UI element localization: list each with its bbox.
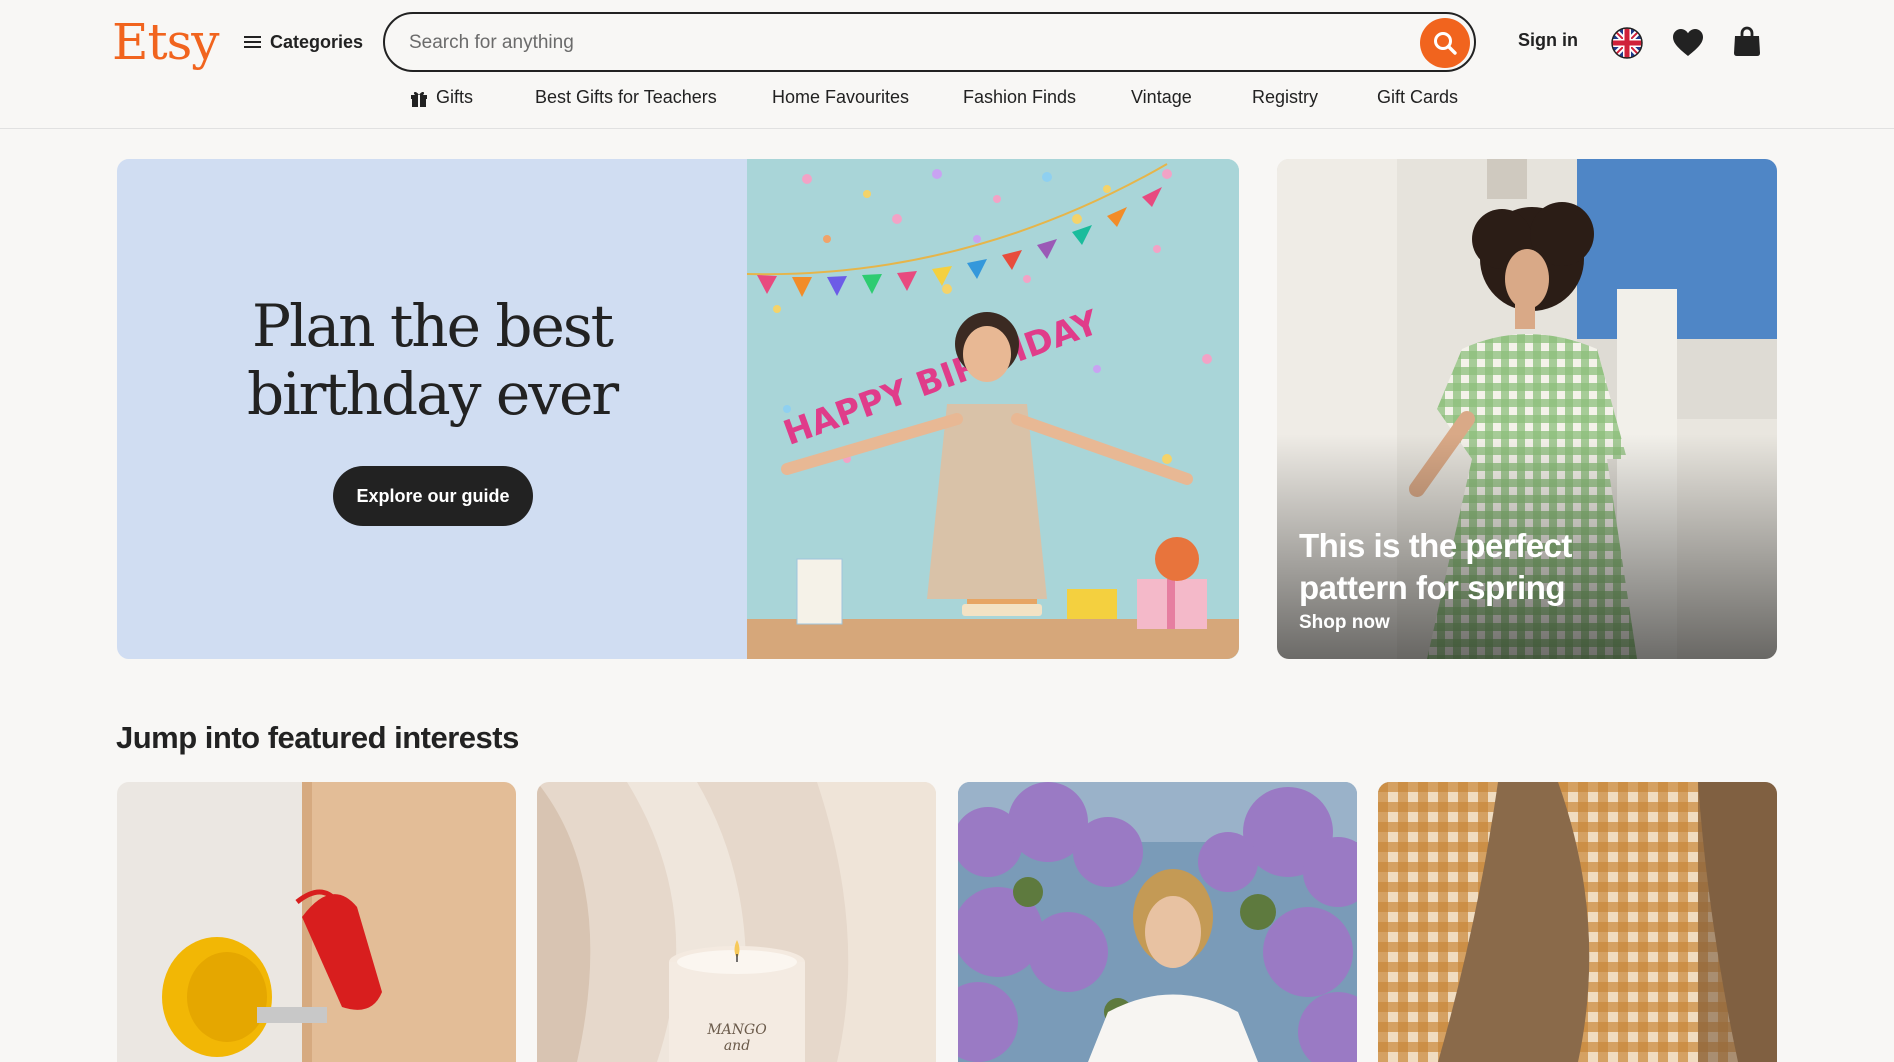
shop-now-link[interactable]: Shop now: [1299, 612, 1390, 634]
birthday-hero-banner[interactable]: Plan the best birthday ever Explore our …: [117, 159, 1239, 659]
hero-title-line2: birthday ever: [246, 360, 619, 428]
featured-card-candle[interactable]: MANGO and: [537, 782, 936, 1062]
featured-card-gingham-curtain[interactable]: [1378, 782, 1777, 1062]
nav-item-fashion-finds[interactable]: Fashion Finds: [963, 87, 1076, 108]
candle-image: [537, 782, 936, 1062]
nav-item-home-favourites[interactable]: Home Favourites: [772, 87, 909, 108]
featured-card-lilac[interactable]: [958, 782, 1357, 1062]
spring-promo-title: This is the perfect pattern for spring: [1299, 527, 1572, 606]
hero-title-line1: Plan the best: [252, 292, 614, 360]
nav-item-gifts[interactable]: Gifts: [410, 87, 473, 108]
desk-lamp-image: [117, 782, 516, 1062]
categories-label: Categories: [270, 31, 364, 52]
search-icon: [1434, 32, 1457, 55]
search-button[interactable]: [1420, 18, 1470, 68]
sign-in-link[interactable]: Sign in: [1518, 30, 1578, 51]
hero-text-panel: Plan the best birthday ever Explore our …: [117, 159, 747, 659]
favorites-heart-icon[interactable]: [1672, 28, 1704, 58]
search-bar: [383, 12, 1476, 72]
nav-item-registry[interactable]: Registry: [1252, 87, 1318, 108]
nav-item-best-gifts-for-teachers[interactable]: Best Gifts for Teachers: [535, 87, 717, 108]
search-input[interactable]: [407, 26, 1387, 60]
featured-card-lamp[interactable]: [117, 782, 516, 1062]
uk-flag-icon[interactable]: [1611, 27, 1643, 59]
candle-label: MANGO and: [707, 1022, 767, 1054]
explore-guide-button[interactable]: Explore our guide: [333, 466, 533, 526]
spring-pattern-promo[interactable]: This is the perfect pattern for spring S…: [1277, 159, 1777, 659]
featured-interests-heading: Jump into featured interests: [116, 720, 519, 755]
etsy-logo[interactable]: Etsy: [112, 8, 219, 76]
nav-item-label: Gifts: [436, 87, 474, 107]
nav-item-vintage[interactable]: Vintage: [1131, 87, 1192, 108]
gift-icon: [411, 91, 427, 107]
woman-with-lilacs-image: [958, 782, 1357, 1062]
category-nav: Gifts Best Gifts for Teachers Home Favou…: [0, 84, 1894, 114]
categories-button[interactable]: Categories: [244, 24, 363, 60]
nav-item-gift-cards[interactable]: Gift Cards: [1377, 87, 1458, 108]
shopping-bag-icon[interactable]: [1733, 26, 1761, 58]
menu-icon: [244, 35, 261, 49]
hero-title: Plan the best birthday ever: [117, 292, 747, 428]
birthday-party-image: HAPPY BIRTHDAY: [746, 159, 1239, 659]
gingham-curtain-image: [1378, 782, 1777, 1062]
site-header: Etsy Categories Sign in: [0, 0, 1894, 129]
